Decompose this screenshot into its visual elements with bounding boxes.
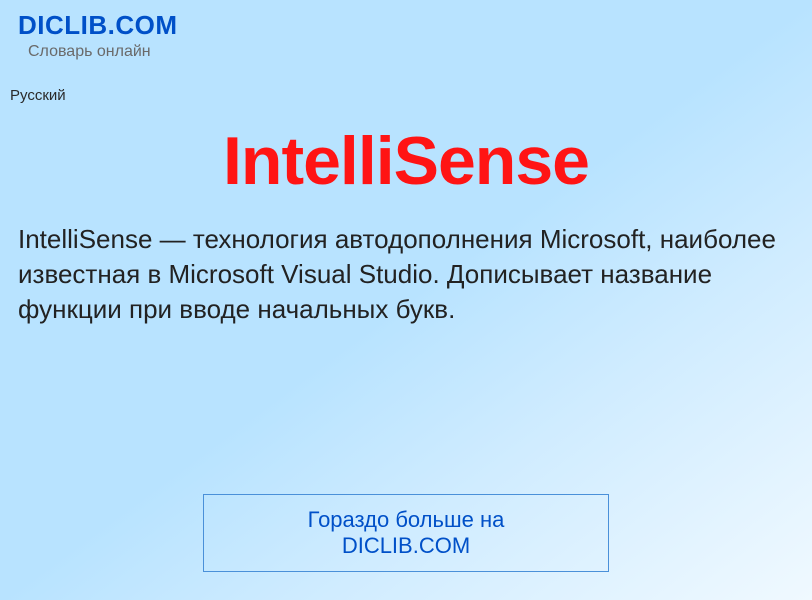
article-description: IntelliSense — технология автодополнения… [0, 200, 812, 327]
language-label[interactable]: Русский [10, 87, 794, 104]
site-logo[interactable]: DICLIB.COM [18, 10, 794, 41]
article-title: IntelliSense [0, 122, 812, 200]
page-header: DICLIB.COM Словарь онлайн Русский [0, 0, 812, 104]
more-on-diclib-button[interactable]: Гораздо больше на DICLIB.COM [203, 494, 609, 572]
site-tagline: Словарь онлайн [28, 43, 794, 61]
